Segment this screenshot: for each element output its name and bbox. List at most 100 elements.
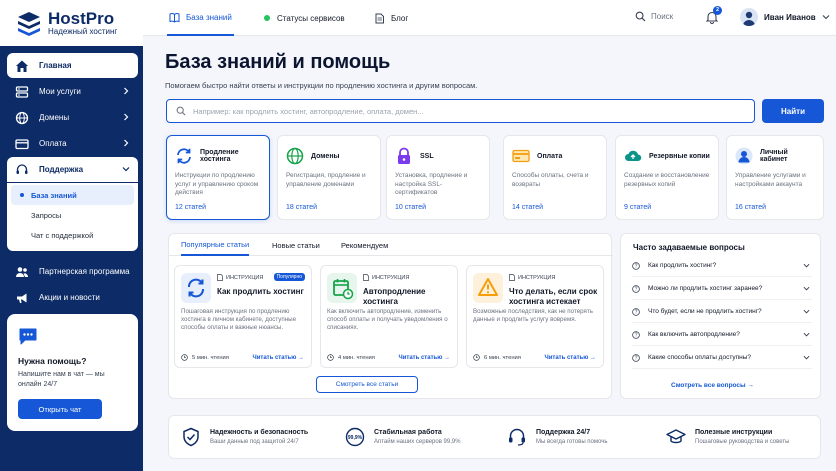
feature-item: Поддержка 24/7 Мы всегда готовы помочь: [507, 422, 607, 452]
article-card[interactable]: ИНСТРУКЦИЯ Что делать, если срок хостинг…: [466, 265, 604, 368]
tab-label: Статусы сервисов: [277, 13, 345, 23]
sidebar-item-services[interactable]: Мои услуги: [7, 79, 138, 104]
chevron-down-icon: [803, 286, 810, 291]
refresh-icon: [188, 278, 204, 298]
submenu-label: Запросы: [31, 210, 62, 220]
submenu-label: Чат с поддержкой: [31, 230, 94, 240]
feature-sub: Ваши данные под защитой 24/7: [210, 439, 299, 445]
megaphone-icon: [17, 293, 27, 303]
category-name: Продление хостинга: [200, 149, 239, 163]
sidebar-item-label: Мои услуги: [39, 87, 81, 96]
faq-item[interactable]: ? Как продлить хостинг?: [632, 255, 812, 277]
tab-service-status[interactable]: Статусы сервисов: [264, 0, 345, 36]
popular-badge: Популярно: [273, 273, 305, 281]
svg-text:?: ?: [635, 355, 638, 361]
question-icon: ?: [632, 261, 640, 270]
feature-sub: Мы всегда готовы помочь: [536, 439, 608, 445]
faq-item[interactable]: ? Что будет, если не продлить хостинг?: [632, 301, 812, 323]
article-desc: Пошаговая инструкция по продлению хостин…: [181, 308, 297, 331]
read-time-label: 6 мин. чтения: [484, 354, 521, 361]
sidebar-item-news[interactable]: Акции и новости: [7, 285, 138, 310]
help-card: Нужна помощь? Напишите нам в чат — мы он…: [7, 314, 138, 431]
submenu-support-chat[interactable]: Чат с поддержкой: [11, 225, 134, 245]
tab-new[interactable]: Новые статьи: [272, 234, 320, 256]
category-desc: Установка, продление и настройка SSL-сер…: [395, 172, 468, 196]
open-chat-button[interactable]: Открыть чат: [18, 399, 102, 419]
article-kind: ИНСТРУКЦИЯ: [509, 274, 555, 281]
category-count: 14 статей: [512, 204, 544, 211]
top-search-button[interactable]: Поиск: [635, 11, 673, 22]
chevron-right-icon: [124, 139, 129, 147]
feature-title: Надежность и безопасность: [210, 429, 309, 436]
read-article-link[interactable]: Читать статью →: [252, 355, 304, 361]
article-icon-box: [327, 273, 357, 303]
user-menu[interactable]: Иван Иванов: [740, 8, 830, 26]
category-ssl[interactable]: SSL Установка, продление и настройка SSL…: [386, 135, 490, 220]
sidebar-item-label: Акции и новости: [39, 293, 100, 302]
feature-item: Надежность и безопасность Ваши данные под…: [181, 422, 308, 452]
tab-recommended[interactable]: Рекомендуем: [341, 234, 388, 256]
search-input[interactable]: [193, 106, 733, 116]
active-dot: [20, 193, 24, 197]
sidebar-item-home[interactable]: Главная: [7, 53, 138, 78]
refresh-icon: [177, 148, 191, 164]
article-read-time: 4 мин. чтения: [327, 354, 375, 361]
tab-knowledge-base[interactable]: База знаний: [167, 0, 234, 36]
faq-item[interactable]: ? Можно ли продлить хостинг заранее?: [632, 278, 812, 300]
faq-panel: Часто задаваемые вопросы ? Как продлить х…: [620, 233, 821, 399]
faq-question: Что будет, если не продлить хостинг?: [648, 308, 762, 315]
category-backups[interactable]: Резервные копии Создание и восстановлени…: [615, 135, 719, 220]
article-card[interactable]: ИНСТРУКЦИЯ Автопродление хостинга Как вк…: [320, 265, 458, 368]
read-article-link[interactable]: Читать статью →: [398, 355, 450, 361]
category-renewal[interactable]: Продление хостинга Инструкции по продлен…: [166, 135, 270, 220]
search-button[interactable]: Найти: [762, 99, 824, 123]
article-kind: ИНСТРУКЦИЯ: [217, 274, 263, 281]
faq-title: Часто задаваемые вопросы: [633, 243, 745, 252]
logo[interactable]: HostPro Надежный хостинг: [0, 0, 143, 46]
faq-item[interactable]: ? Какие способы оплаты доступны?: [632, 347, 812, 369]
clock-icon: [181, 354, 188, 361]
category-count: 10 статей: [395, 204, 427, 211]
faq-item[interactable]: ? Как включить автопродление?: [632, 324, 812, 346]
sidebar-item-label: Главная: [39, 61, 72, 70]
articles-tabs: Популярные статьи Новые статьи Рекоменду…: [169, 234, 613, 256]
article-kind: ИНСТРУКЦИЯ: [363, 274, 409, 281]
see-all-questions-link[interactable]: Смотреть все вопросы →: [671, 382, 754, 389]
category-count: 12 статей: [175, 204, 207, 211]
sidebar-item-domains[interactable]: Домены: [7, 105, 138, 130]
lock-icon: [398, 147, 410, 164]
tab-blog[interactable]: Блог: [374, 0, 408, 36]
sidebar-item-support[interactable]: Поддержка: [7, 157, 138, 182]
feature-title: Стабильная работа: [374, 429, 442, 436]
tab-label: Блог: [391, 13, 409, 23]
article-title: Автопродление хостинга: [363, 287, 426, 306]
article-kind-label: ИНСТРУКЦИЯ: [518, 274, 556, 281]
user-icon: [735, 147, 753, 165]
read-article-link[interactable]: Читать статью →: [544, 355, 596, 361]
sidebar-nav: Главная Мои услуги Домены Оплата Поддерж…: [7, 53, 138, 311]
document-icon: [375, 13, 384, 23]
svg-text:?: ?: [635, 286, 638, 292]
chevron-down-icon: [122, 167, 130, 172]
sidebar-item-billing[interactable]: Оплата: [7, 131, 138, 156]
category-account[interactable]: Личный кабинет Управление услугами и нас…: [726, 135, 824, 220]
submenu-requests[interactable]: Запросы: [11, 205, 134, 225]
topbar: База знаний Статусы сервисов Блог Поиск …: [143, 0, 836, 36]
category-billing[interactable]: Оплата Способы оплаты, счета и возвраты …: [503, 135, 607, 220]
article-card[interactable]: ИНСТРУКЦИЯ Популярно Как продлить хостин…: [174, 265, 312, 368]
chevron-right-icon: [124, 87, 129, 95]
question-icon: ?: [632, 307, 640, 316]
submenu-knowledge-base[interactable]: База знаний: [11, 185, 134, 205]
see-all-articles-button[interactable]: Смотреть все статьи: [316, 376, 418, 393]
article-title: Что делать, если срок хостинга истекает: [509, 287, 598, 306]
chevron-down-icon: [803, 355, 810, 360]
sidebar-item-partners[interactable]: Партнерская программа: [7, 259, 138, 284]
chevron-down-icon: [803, 332, 810, 337]
tab-popular[interactable]: Популярные статьи: [181, 234, 250, 256]
article-kind-label: ИНСТРУКЦИЯ: [226, 274, 264, 281]
sidebar-item-label: Домены: [39, 113, 70, 122]
category-desc: Управление услугами и настройками аккаун…: [735, 172, 806, 188]
category-domains[interactable]: Домены Регистрация, продление и управлен…: [277, 135, 381, 220]
main-content: База знаний и помощь Помогаем быстро най…: [143, 36, 836, 471]
globe-icon: [286, 147, 304, 165]
